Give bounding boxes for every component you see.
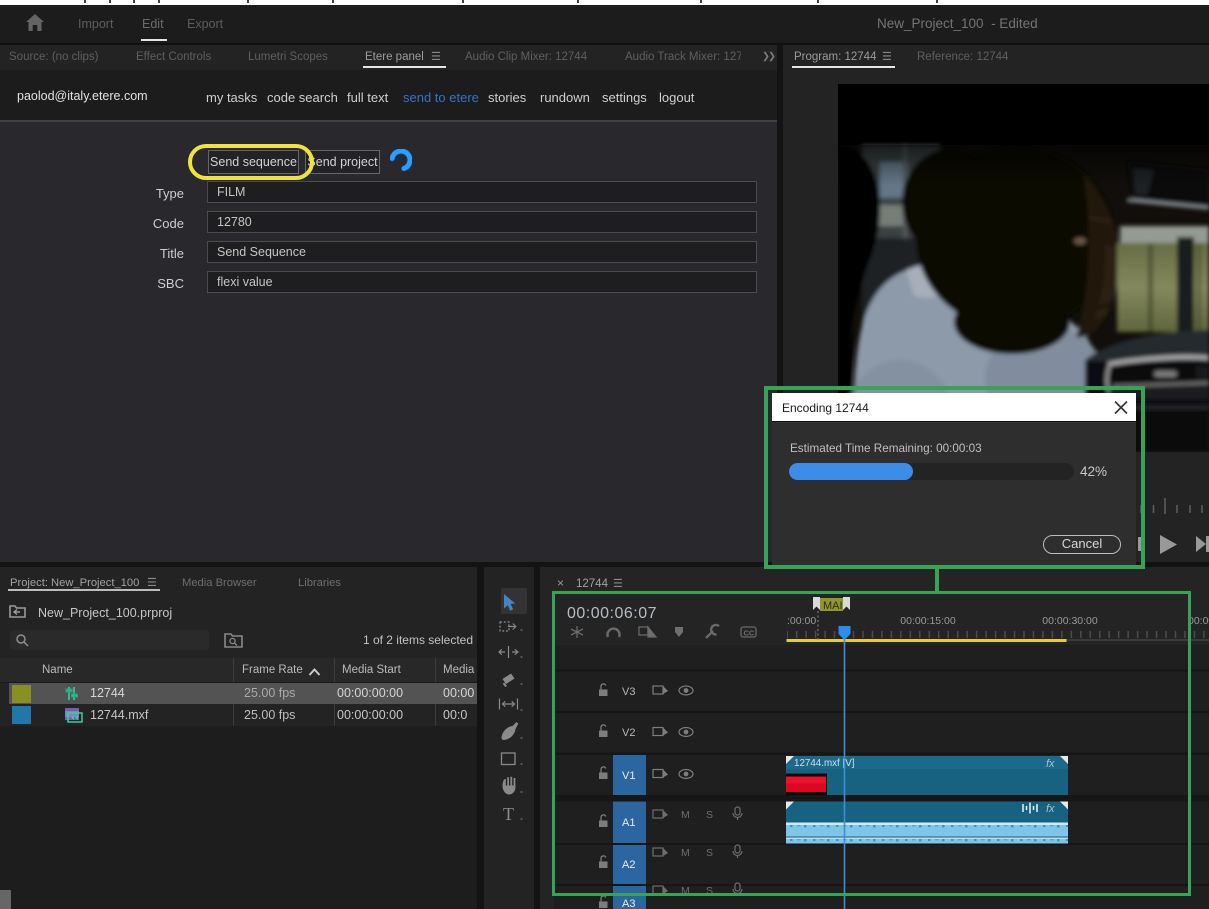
svg-text:A3: A3 <box>622 898 635 909</box>
svg-text:☰: ☰ <box>613 578 623 590</box>
svg-text:T: T <box>503 804 514 824</box>
svg-text:12744: 12744 <box>576 578 609 590</box>
svg-text:00:00:4: 00:00:4 <box>1188 615 1209 627</box>
svg-text:×: × <box>557 576 564 590</box>
